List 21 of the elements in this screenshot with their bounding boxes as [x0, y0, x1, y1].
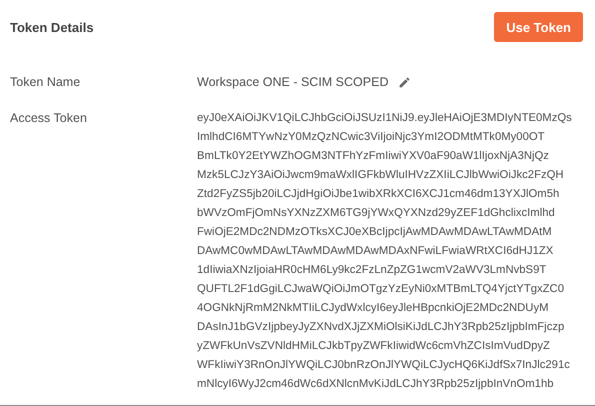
token-text-line: DAsInJ1bGVzIjpbeyJyZXNvdXJjZXMiOlsiKiJdLCJhY3Rpb25zIjpbImFjczp: [197, 320, 564, 335]
token-text-line: 1dIiwiaXNzIjoiaHR0cHM6Ly9kc2FzLnZpZG1wcmV2aWV3LmNvbS9T: [197, 263, 546, 278]
token-text-line: QUFTL2F1dGgiLCJwaWQiOiJmOTgzYzEyNi0xMTBmLTQ4YjctYTgxZC0: [197, 282, 564, 297]
token-name-value: Workspace ONE - SCIM SCOPED: [197, 75, 388, 89]
token-text-line: FwiOjE2MDc2NDMzOTksXCJ0eXBcIjpcIjAwMDAwMDAwLTAwMDAtM: [197, 225, 552, 240]
token-text-line: bWVzOmFjOmNsYXNzZXM6TG9jYWxQYXNzd29yZEF1dGhclixcImlhd: [197, 206, 555, 221]
token-text-line: WFkIiwiY3RnOnJlYWQiLCJ0bnRzOnJlYWQiLCJycHQ6KiJdfSx7InJlc291c: [197, 358, 570, 373]
token-text-line: Ztd2FyZS5jb20iLCJjdHgiOiJbe1wibXRkXCI6XCJ1cm46dm13YXJlOm5h: [197, 187, 560, 202]
token-text-line: eyJ0eXAiOiJKV1QiLCJhbGciOiJSUzI1NiJ9.eyJleHAiOjE3MDIyNTE0MzQs: [197, 111, 572, 126]
token-text-line: Mzk5LCJzY3AiOiJwcm9maWxlIGFkbWluIHVzZXIiLCJlbWwiOiJkc2FzQH: [197, 168, 564, 183]
token-text-line: ImlhdCI6MTYwNzY0MzQzNCwic3ViIjoiNjc3YmI2ODMtMTk0My00OT: [197, 130, 545, 145]
token-text-line: mNlcyI6WyJ2cm46dWc6dXNlcnMvKiJdLCJhY3Rpb25zIjpbInVnOm1hb: [197, 377, 554, 392]
token-text-line: yZWFkUnVsZVNldHMiLCJkbTpyZWFkIiwidWc6cmVhZCIsImVudDpyZ: [197, 339, 550, 354]
token-text-line: 4OGNkNjRmM2NkMTIiLCJydWxlcyI6eyJleHBpcnkiOjE2MDc2NDUyM: [197, 301, 549, 316]
section-title: Token Details: [10, 20, 94, 34]
use-token-button[interactable]: Use Token: [494, 12, 583, 42]
field-label: Access Token: [10, 110, 88, 127]
token-text-line: BmLTk0Y2EtYWZhOGM3NTFhYzFmIiwiYXV0aF90aW1lIjoxNjA3NjQz: [197, 149, 549, 164]
field-label: Token Name: [10, 75, 82, 89]
token-text-line: DAwMC0wMDAwLTAwMDAwMDAwMDAxNFwiLFwiaWRtXCI6dHJ1ZX: [197, 244, 554, 259]
edit-icon[interactable]: [398, 76, 412, 88]
